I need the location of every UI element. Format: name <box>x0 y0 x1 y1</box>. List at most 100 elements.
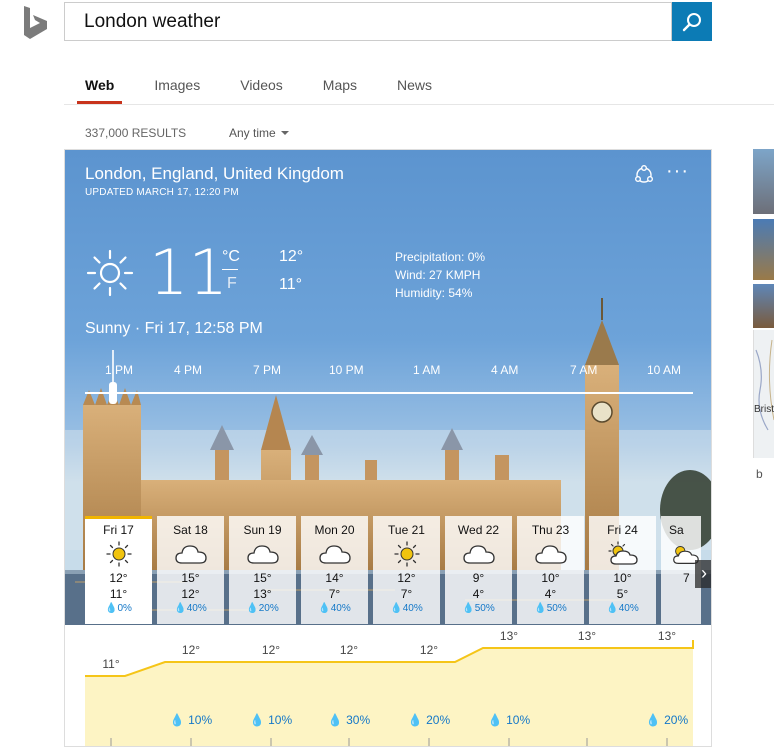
day-name: Wed 22 <box>457 523 500 537</box>
results-count: 337,000 RESULTS <box>85 126 187 140</box>
humidity-detail: Humidity: 54% <box>395 286 473 300</box>
search-input[interactable] <box>65 3 671 40</box>
timeline-slider-handle[interactable] <box>109 382 117 404</box>
forecast-day[interactable]: Thu 23 10° 4° 💧50% <box>517 516 584 624</box>
raindrop-icon: 💧 <box>606 603 619 614</box>
day-name: Mon 20 <box>314 523 355 537</box>
hourly-temp-label: 11° <box>102 657 119 671</box>
search-box[interactable] <box>64 2 672 41</box>
forecast-day[interactable]: Wed 22 9° 4° 💧50% <box>445 516 512 624</box>
sunny-icon <box>105 541 132 567</box>
forecast-day[interactable]: Tue 21 12° 7° 💧40% <box>373 516 440 624</box>
hour-label[interactable]: 7 PM <box>253 363 281 377</box>
raindrop-icon: 💧 <box>174 603 187 614</box>
tab-videos[interactable]: Videos <box>240 70 283 104</box>
day-name: Sun 19 <box>243 523 282 537</box>
weather-hero: London, England, United Kingdom UPDATED … <box>65 150 711 625</box>
chevron-right-icon[interactable]: › <box>695 560 711 588</box>
side-image[interactable] <box>753 284 774 328</box>
sunny-icon <box>86 249 134 297</box>
sunny-icon <box>393 541 420 567</box>
wind-detail: Wind: 27 KMPH <box>395 268 481 282</box>
day-high: 15° <box>181 571 200 585</box>
hourly-precip-label: 💧 10% <box>170 713 213 727</box>
search-icon <box>682 12 701 31</box>
day-low: 7° <box>328 587 341 601</box>
day-high: 15° <box>253 571 272 585</box>
day-name: Fri 24 <box>607 523 638 537</box>
day-name: Thu 23 <box>531 523 570 537</box>
tab-maps[interactable]: Maps <box>323 70 357 104</box>
timeline-marker <box>112 350 114 382</box>
daily-forecast: Fri 17 12° 11° 💧0% Sat 18 15° 12° 💧40% S… <box>85 516 706 624</box>
day-low: 11° <box>109 587 128 601</box>
tab-web[interactable]: Web <box>77 70 123 104</box>
temperature-area <box>85 640 693 746</box>
bing-small-logo: b <box>756 467 763 481</box>
hourly-precip-label: 💧 20% <box>408 713 451 727</box>
cloud-icon <box>246 545 279 564</box>
hour-label[interactable]: 1 AM <box>413 363 440 377</box>
weather-card: London, England, United Kingdom UPDATED … <box>64 149 712 747</box>
hourly-temp-label: 13° <box>658 629 676 643</box>
precipitation-detail: Precipitation: 0% <box>395 250 486 264</box>
day-low: 13° <box>253 587 272 601</box>
raindrop-icon: 💧 <box>390 603 403 614</box>
raindrop-icon: 💧 <box>105 603 118 614</box>
current-condition: Sunny · Fri 17, 12:58 PM <box>85 320 263 337</box>
forecast-day[interactable]: Sat 18 15° 12° 💧40% <box>157 516 224 624</box>
unit-fahrenheit-toggle[interactable]: F <box>227 275 237 293</box>
current-temperature: 11 <box>149 236 228 309</box>
search-button[interactable] <box>672 2 712 41</box>
forecast-day[interactable]: Fri 24 10° 5° 💧40% <box>589 516 656 624</box>
map-roads-graphic <box>755 339 774 431</box>
hourly-timeline[interactable] <box>85 392 693 394</box>
nav-tabs: Web Images Videos Maps News <box>77 70 472 104</box>
hourly-temp-label: 12° <box>420 643 438 657</box>
day-low: 4° <box>544 587 557 601</box>
hourly-temperature-chart: 11° 12° 12° 12° 12° 13° 13° 13° 💧 10% 💧 10% 💧 30% 💧… <box>65 626 711 746</box>
side-image[interactable] <box>753 219 774 280</box>
hour-label[interactable]: 4 PM <box>174 363 202 377</box>
day-high: 14° <box>325 571 344 585</box>
share-icon[interactable] <box>633 164 655 186</box>
time-filter-dropdown[interactable]: Any time <box>229 126 289 140</box>
hourly-precip-label: 💧 10% <box>488 713 531 727</box>
day-precip: 💧20% <box>246 603 279 614</box>
cloud-icon <box>534 545 567 564</box>
side-map[interactable] <box>753 330 774 458</box>
day-low: 7° <box>400 587 413 601</box>
cloud-icon <box>462 545 495 564</box>
tab-news[interactable]: News <box>397 70 432 104</box>
forecast-day[interactable]: Sun 19 15° 13° 💧20% <box>229 516 296 624</box>
hourly-precip-label: 💧 10% <box>250 713 293 727</box>
side-image[interactable] <box>753 149 774 214</box>
day-precip: 💧40% <box>390 603 423 614</box>
hour-label[interactable]: 1 PM <box>105 363 133 377</box>
forecast-day[interactable]: Fri 17 12° 11° 💧0% <box>85 516 152 624</box>
day-precip: 💧50% <box>462 603 495 614</box>
day-name: Tue 21 <box>388 523 425 537</box>
cloud-icon <box>174 545 207 564</box>
day-high: 10° <box>541 571 560 585</box>
hour-label[interactable]: 7 AM <box>570 363 597 377</box>
bing-logo-icon[interactable] <box>22 6 48 40</box>
map-city-label: Brist <box>754 404 774 415</box>
hourly-precip-label: 💧 20% <box>646 713 689 727</box>
partly-sunny-icon <box>607 541 638 565</box>
hour-label[interactable]: 4 AM <box>491 363 518 377</box>
hour-labels: 1 PM 4 PM 7 PM 10 PM 1 AM 4 AM 7 AM 10 A… <box>65 363 711 383</box>
day-high: 12° <box>397 571 416 585</box>
weather-location: London, England, United Kingdom <box>85 164 344 183</box>
tab-images[interactable]: Images <box>154 70 200 104</box>
hour-label[interactable]: 10 PM <box>329 363 364 377</box>
chevron-down-icon <box>280 131 289 135</box>
time-filter-label: Any time <box>229 126 276 140</box>
hourly-precip-label: 💧 30% <box>328 713 371 727</box>
day-precip: 💧0% <box>105 603 132 614</box>
day-high: 12° <box>109 571 128 585</box>
forecast-day[interactable]: Mon 20 14° 7° 💧40% <box>301 516 368 624</box>
more-options-icon[interactable]: ··· <box>666 161 688 186</box>
hour-label[interactable]: 10 AM <box>647 363 681 377</box>
unit-celsius-toggle[interactable]: °C <box>222 248 240 266</box>
